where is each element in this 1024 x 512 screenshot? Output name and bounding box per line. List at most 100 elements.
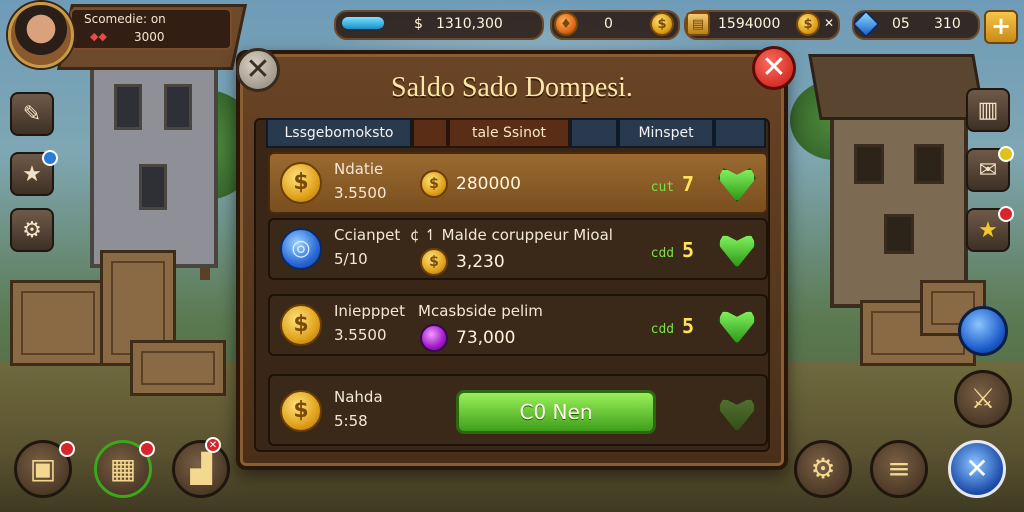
notification-badge xyxy=(998,206,1014,222)
offer-name: Ccianpet xyxy=(334,226,401,244)
tab-3[interactable]: tale Ssinot xyxy=(448,118,570,148)
inventory-button[interactable]: ★ xyxy=(10,150,58,196)
ruined-house-left xyxy=(56,4,248,268)
gold-coin-icon: $ xyxy=(650,12,674,36)
modal-title: Saldo Sado Dompesi. xyxy=(391,72,633,103)
notification-badge xyxy=(59,441,75,457)
crate xyxy=(130,340,226,396)
energy-resource[interactable]: $ 1310,300 xyxy=(334,10,544,40)
offer-stat: cdd 5 xyxy=(651,238,694,262)
offer-amount: 73,000 xyxy=(456,328,516,348)
blue-orb-button[interactable] xyxy=(958,306,1008,356)
tab-2[interactable] xyxy=(412,118,448,148)
offer-row[interactable]: $ Nahda 5:58 C0 Nen xyxy=(268,374,768,446)
offer-row[interactable]: ◎ Ccianpet 5/10 ¢ ↿ Malde coruppeur Mioa… xyxy=(268,218,768,280)
fire-icon: ♦ xyxy=(554,12,578,36)
offer-name: Iniepppet xyxy=(334,302,406,320)
build-button[interactable]: ▟ ✕ xyxy=(172,437,230,498)
treasure-chest-icon: ▤ xyxy=(686,12,710,36)
offer-row[interactable]: $ Iniepppet 3.5500 Mcasbside pelim 73,00… xyxy=(268,294,768,356)
house-door xyxy=(884,214,914,254)
offer-stat-label: cdd xyxy=(650,322,675,337)
settings-button[interactable]: ⚙ xyxy=(794,440,852,498)
player-value: 3000 xyxy=(134,30,165,44)
gold-value: 1594000 xyxy=(718,16,781,32)
offer-amount: 3,230 xyxy=(456,252,505,272)
tab-1[interactable]: Lssgebomoksto xyxy=(266,118,412,148)
confirm-button[interactable]: C0 Nen xyxy=(456,390,656,434)
tab-6[interactable] xyxy=(714,118,766,148)
blue-gem-icon xyxy=(852,10,880,38)
storage-button[interactable]: ▦ xyxy=(94,440,155,498)
tab-5[interactable]: Minspet xyxy=(618,118,714,148)
quest-scroll-button[interactable]: ✉ xyxy=(966,146,1014,192)
offer-stat-value: 5 xyxy=(681,314,694,338)
sword-icon: ⚔ xyxy=(970,382,996,415)
journal-button[interactable]: ▥ xyxy=(966,88,1010,132)
close-small-icon[interactable]: ✕ xyxy=(824,16,834,30)
notification-badge xyxy=(42,150,58,166)
gold-resource[interactable]: ▤ 1594000 $ ✕ xyxy=(684,10,840,40)
green-shield-icon[interactable] xyxy=(718,310,756,344)
offer-amount: 280000 xyxy=(456,174,521,194)
attack-button[interactable]: ⚔ xyxy=(954,370,1012,428)
stack-button[interactable]: ≡ xyxy=(870,440,928,498)
fire-resource[interactable]: ♦ 0 $ xyxy=(550,10,680,40)
offer-price: 5:58 xyxy=(334,412,368,430)
offer-description: Mcasbside pelim xyxy=(418,302,543,320)
player-info-box: Scomedie: on ◆◆ 3000 xyxy=(70,8,232,50)
house-window xyxy=(114,84,142,130)
energy-value: 1310,300 xyxy=(436,16,503,32)
offer-stat-value: 5 xyxy=(681,238,694,262)
exchange-modal: Saldo Sado Dompesi. Lssgebomoksto tale S… xyxy=(236,46,796,470)
green-shield-icon xyxy=(718,398,756,432)
gold-coin-icon: $ xyxy=(280,390,322,432)
house-window xyxy=(164,84,192,130)
notification-badge xyxy=(998,146,1014,162)
player-name: Scomedie: on xyxy=(84,12,166,26)
energy-bar-fill xyxy=(342,17,384,29)
offer-stat-value: 7 xyxy=(681,172,694,196)
offer-price: 3.5500 xyxy=(334,184,387,202)
green-shield-icon[interactable] xyxy=(718,234,756,268)
achievements-button[interactable]: ★ xyxy=(966,206,1014,252)
offer-price: 5/10 xyxy=(334,250,368,268)
tab-4[interactable] xyxy=(570,118,618,148)
gold-coin-icon: $ xyxy=(280,162,322,204)
gems-right-value: 310 xyxy=(934,16,961,32)
purple-gem-icon xyxy=(420,324,448,352)
offer-row[interactable]: $ Ndatie 3.5500 $ 280000 cut 7 xyxy=(268,152,768,214)
player-avatar[interactable] xyxy=(8,2,74,68)
shop-bag-button[interactable]: ▣ xyxy=(14,440,75,498)
settings-gear-button[interactable]: ⚙ xyxy=(10,208,54,252)
crate-icon: ▦ xyxy=(109,452,137,485)
modal-tabs: Lssgebomoksto tale Ssinot Minspet xyxy=(266,118,766,148)
house-roof xyxy=(808,54,986,120)
gold-coin-icon: $ xyxy=(796,12,820,36)
gems-left-value: 05 xyxy=(892,16,910,32)
house-window xyxy=(854,144,884,184)
battle-button[interactable]: ✕ xyxy=(948,440,1006,498)
offer-price: 3.5500 xyxy=(334,326,387,344)
scroll-icon: ✉ xyxy=(978,158,998,183)
crossed-swords-icon: ✕ xyxy=(965,452,989,485)
notification-badge xyxy=(139,441,155,457)
map-scroll-button[interactable]: ✎ xyxy=(10,92,54,136)
close-red-button[interactable]: ✕ xyxy=(752,46,796,90)
gem-resource[interactable]: 05 310 xyxy=(852,10,980,40)
anvil-icon: ▟ xyxy=(190,452,212,485)
gold-coin-icon: $ xyxy=(280,304,322,346)
offer-stat-label: cdd xyxy=(650,246,675,261)
wooden-house-right xyxy=(808,54,986,308)
gear-icon: ⚙ xyxy=(22,218,42,243)
close-icon[interactable]: ✕ xyxy=(236,48,280,92)
gear-icon: ⚙ xyxy=(810,452,836,485)
offer-name: Ndatie xyxy=(334,160,384,178)
green-shield-icon[interactable] xyxy=(718,168,756,202)
add-resource-button[interactable]: + xyxy=(984,10,1018,44)
offer-stat-label: cut xyxy=(650,180,675,195)
house-window xyxy=(914,144,944,184)
gold-stack-icon: ≡ xyxy=(887,452,911,485)
crate xyxy=(10,280,106,366)
notification-badge: ✕ xyxy=(205,437,221,453)
